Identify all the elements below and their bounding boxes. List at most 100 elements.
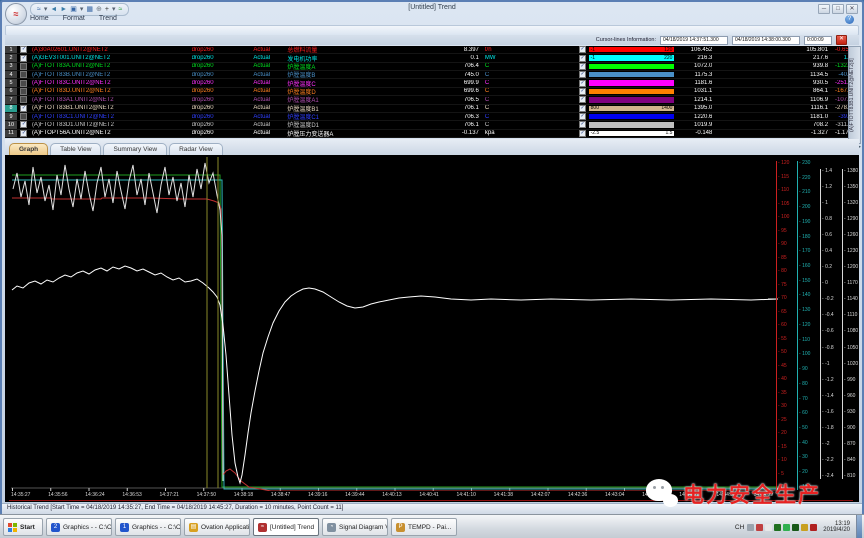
app-icon: ▤ bbox=[189, 523, 198, 532]
taskbar-button--untitled-trend[interactable]: ≈[Untitled] Trend bbox=[253, 518, 319, 536]
cursor-time1-field[interactable]: 04/18/2019 14:37:51.300 bbox=[660, 36, 728, 45]
tab-summary-view[interactable]: Summary View bbox=[103, 143, 167, 155]
scale-checkbox[interactable]: ✓ bbox=[579, 71, 586, 78]
visibility-checkbox[interactable]: ✓ bbox=[20, 121, 27, 128]
taskbar-button-ovation-applications[interactable]: ▤Ovation Applications bbox=[184, 518, 250, 536]
taskbar-button-tempd-pai-[interactable]: PTEMPD - Pai... bbox=[391, 518, 457, 536]
point-name: (A)FTOTT83C1.UNIT2@NET2 bbox=[30, 114, 192, 120]
help-icon[interactable]: ? bbox=[845, 15, 854, 24]
axis-tick-label: 75 bbox=[778, 283, 798, 288]
axis-tick-label: -1.8 bbox=[822, 426, 844, 431]
cursor-info-label: Cursor-lines Information: bbox=[596, 37, 656, 43]
tray-icon-5[interactable] bbox=[783, 524, 790, 531]
taskbar-buttons: 2Graphics - - C:\Ovati...1Graphics - - C… bbox=[43, 518, 457, 536]
close-cursor-info-button[interactable]: ✕ bbox=[836, 35, 847, 45]
point-unit: C bbox=[481, 63, 527, 69]
start-button[interactable]: Start bbox=[3, 518, 43, 536]
axis-tick-label: 1.4 bbox=[822, 169, 844, 174]
points-table: 1✓(A)30A02601.UNIT2@NET2drop260Actual总燃料… bbox=[5, 46, 852, 138]
close-button[interactable]: ✕ bbox=[846, 4, 858, 14]
axis-tick-label: 200 bbox=[799, 205, 821, 210]
visibility-checkbox[interactable] bbox=[20, 88, 27, 95]
tray-icon-6[interactable] bbox=[792, 524, 799, 531]
visibility-checkbox[interactable] bbox=[20, 71, 27, 78]
point-type: Actual bbox=[253, 55, 287, 61]
axis-fuel-flow: 1201151101051009590858075706560555045403… bbox=[776, 161, 798, 490]
axis-tick-label: -1.4 bbox=[822, 394, 844, 399]
axis-tick-label: 1080 bbox=[844, 329, 859, 334]
tray-clock[interactable]: 13:19 2019/4/20 bbox=[820, 521, 853, 533]
visibility-checkbox[interactable]: ✓ bbox=[20, 130, 27, 137]
scale-checkbox[interactable]: ✓ bbox=[579, 113, 586, 120]
visibility-checkbox[interactable] bbox=[20, 80, 27, 87]
point-name: (A)FTOPT56A.UNIT2@NET2 bbox=[30, 130, 192, 136]
cursor2-value: 1116.1 bbox=[712, 105, 830, 111]
tray-icon-8[interactable] bbox=[810, 524, 817, 531]
tab-table-view[interactable]: Table View bbox=[50, 143, 101, 155]
menu-item-trend[interactable]: Trend bbox=[99, 15, 117, 24]
scale-checkbox[interactable]: ✓ bbox=[579, 105, 586, 112]
scale-checkbox-cell: ✓ bbox=[577, 80, 589, 87]
scale-checkbox[interactable]: ✓ bbox=[579, 121, 586, 128]
taskbar-button-signal-diagram-viewe-[interactable]: ◔Signal Diagram Viewe... bbox=[322, 518, 388, 536]
point-name: (A)FTOTT83D1.UNIT2@NET2 bbox=[30, 122, 192, 128]
menu-item-format[interactable]: Format bbox=[63, 15, 85, 24]
scale-bar bbox=[589, 72, 675, 77]
scale-checkbox[interactable]: ✓ bbox=[579, 88, 586, 95]
app-logo-icon[interactable]: ≈ bbox=[5, 3, 27, 25]
scale-checkbox-cell: ✓ bbox=[577, 96, 589, 103]
selected-point-side-tab[interactable]: (A)FTOTT83B1.UNIT2@NET2[8] bbox=[848, 46, 861, 144]
time-label: 14:36:53 bbox=[122, 492, 141, 498]
taskbar-button-label: Graphics - - C:\Ovati... bbox=[132, 524, 181, 531]
title-bar[interactable]: ≈ ≈▾◄►▣▾▦⊕+▾≈ [Untitled] Trend ─□✕ bbox=[2, 2, 862, 14]
scale-checkbox[interactable]: ✓ bbox=[579, 80, 586, 87]
visibility-checkbox[interactable] bbox=[20, 113, 27, 120]
visibility-checkbox[interactable]: ✓ bbox=[20, 105, 27, 112]
tray-icon-4[interactable] bbox=[774, 524, 781, 531]
point-value: 8.397 bbox=[433, 47, 481, 53]
visibility-checkbox[interactable] bbox=[20, 96, 27, 103]
time-label: 14:42:36 bbox=[568, 492, 587, 498]
language-indicator[interactable]: CH bbox=[735, 524, 744, 531]
tray-icon-7[interactable] bbox=[801, 524, 808, 531]
axis-tick-label: 80 bbox=[799, 382, 821, 387]
app-icon: 1 bbox=[120, 523, 129, 532]
axis-tick-label: 0 bbox=[822, 281, 844, 286]
cursor-delta-field[interactable]: 0:00:09 bbox=[804, 36, 832, 45]
maximize-button[interactable]: □ bbox=[832, 4, 844, 14]
visibility-checkbox[interactable]: ✓ bbox=[20, 46, 27, 53]
cursor-time2-field[interactable]: 04/18/2019 14:38:00.300 bbox=[732, 36, 800, 45]
scale-checkbox[interactable]: ✓ bbox=[579, 96, 586, 103]
taskbar-button-graphics-c-ovati-[interactable]: 1Graphics - - C:\Ovati... bbox=[115, 518, 181, 536]
tray-icon-1[interactable] bbox=[747, 524, 754, 531]
visibility-checkbox[interactable]: ✓ bbox=[20, 55, 27, 62]
scale-checkbox[interactable]: ✓ bbox=[579, 46, 586, 53]
point-unit: t/h bbox=[481, 47, 527, 53]
table-row[interactable]: 11✓(A)FTOPT56A.UNIT2@NET2drop260Actual炉膛… bbox=[5, 130, 852, 138]
time-label: 14:39:44 bbox=[345, 492, 364, 498]
minimize-button[interactable]: ─ bbox=[818, 4, 830, 14]
axis-tick-label: -0.6 bbox=[822, 329, 844, 334]
menu-item-home[interactable]: Home bbox=[30, 15, 49, 24]
tray-icon-3[interactable] bbox=[765, 524, 772, 531]
show-desktop-button[interactable] bbox=[856, 515, 862, 538]
axis-tick-label: -2 bbox=[822, 442, 844, 447]
cursor2-value: 930.5 bbox=[712, 80, 830, 86]
scale-bar bbox=[589, 89, 675, 94]
row-number: 10 bbox=[5, 121, 18, 128]
tab-radar-view[interactable]: Radar View bbox=[169, 143, 222, 155]
scale-checkbox[interactable]: ✓ bbox=[579, 63, 586, 70]
point-drop: drop260 bbox=[192, 80, 254, 86]
axis-tick-label: 10 bbox=[778, 458, 798, 463]
scale-checkbox[interactable]: ✓ bbox=[579, 130, 586, 137]
visibility-checkbox[interactable] bbox=[20, 63, 27, 70]
axis-tick-label: 85 bbox=[778, 256, 798, 261]
cursor1-value: 1214.1 bbox=[674, 97, 712, 103]
tab-graph[interactable]: Graph bbox=[9, 143, 48, 155]
taskbar-button-graphics-c-ovati-[interactable]: 2Graphics - - C:\Ovati... bbox=[46, 518, 112, 536]
tray-icon-2[interactable] bbox=[756, 524, 763, 531]
point-type: Actual bbox=[253, 130, 287, 136]
taskbar-button-label: [Untitled] Trend bbox=[270, 524, 314, 531]
scale-checkbox[interactable]: ✓ bbox=[579, 55, 586, 62]
axis-tick-label: 1290 bbox=[844, 217, 859, 222]
